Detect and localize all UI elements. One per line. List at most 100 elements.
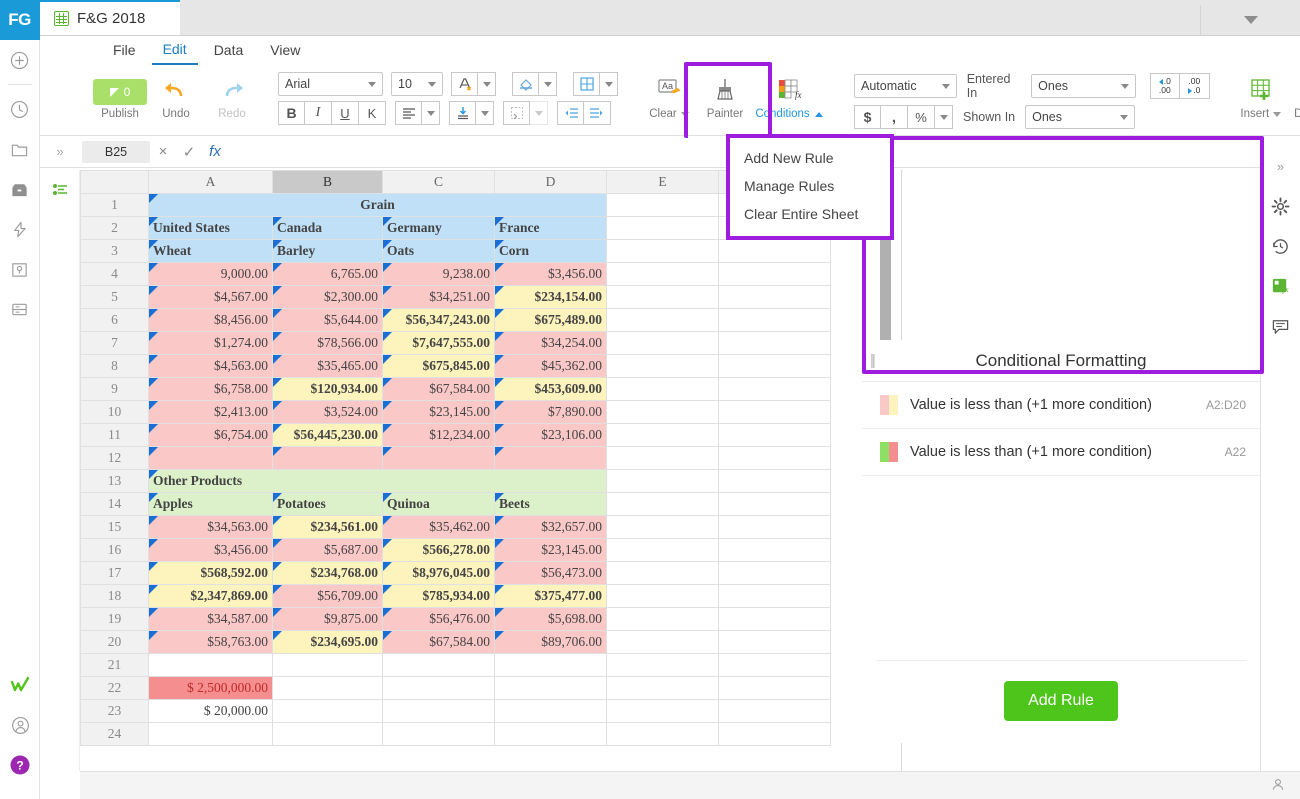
grid-cell[interactable] (606, 699, 719, 723)
grid-cell[interactable] (718, 354, 831, 378)
conditions-button[interactable]: fx Conditions (753, 72, 825, 120)
increase-indent-button[interactable] (584, 101, 611, 125)
insert-button[interactable]: Insert (1233, 72, 1289, 120)
grid-cell[interactable] (606, 262, 719, 286)
grid-cell[interactable]: $56,476.00 (382, 607, 495, 631)
grid-cell[interactable]: $23,106.00 (494, 423, 607, 447)
conditional-formatting-panel-icon[interactable]: fx (1260, 266, 1300, 306)
wrap-text-button[interactable] (503, 101, 530, 125)
grid-cell[interactable]: $56,709.00 (272, 584, 383, 608)
grid-cell[interactable]: $23,145.00 (382, 400, 495, 424)
grid-cell[interactable] (148, 722, 273, 746)
cancel-edit-icon[interactable]: × (150, 143, 176, 160)
grid-cell[interactable] (718, 722, 831, 746)
menu-item-data[interactable]: Data (203, 38, 255, 64)
grid-cell[interactable] (494, 722, 607, 746)
grid-cell[interactable]: Other Products (148, 469, 607, 493)
workiva-w-logo-icon[interactable] (0, 665, 40, 705)
grid-cell[interactable]: $120,934.00 (272, 377, 383, 401)
font-size-select[interactable]: 10 (391, 72, 443, 96)
grid-cell[interactable] (718, 331, 831, 355)
grid-cell[interactable] (606, 722, 719, 746)
grid-cell[interactable]: United States (148, 216, 273, 240)
menu-item-view[interactable]: View (259, 38, 311, 64)
grid-cell[interactable] (606, 469, 719, 493)
grid-cell[interactable] (272, 676, 383, 700)
grid-cell[interactable]: Canada (272, 216, 383, 240)
grid-cell[interactable] (718, 653, 831, 677)
grid-cell[interactable] (718, 676, 831, 700)
grid-cell[interactable]: $67,584.00 (382, 377, 495, 401)
row-header[interactable]: 5 (80, 285, 149, 309)
grid-cell[interactable] (382, 699, 495, 723)
vertical-align-dropdown[interactable] (476, 101, 494, 125)
grid-cell[interactable] (382, 676, 495, 700)
settings-gear-icon[interactable] (1261, 186, 1300, 226)
grid-cell[interactable]: $568,592.00 (148, 561, 273, 585)
version-history-icon[interactable] (1261, 226, 1300, 266)
tab-list-dropdown-button[interactable] (1200, 5, 1300, 35)
grid-cell[interactable]: Oats (382, 239, 495, 263)
name-box[interactable]: B25 (82, 140, 150, 163)
row-header[interactable]: 18 (80, 584, 149, 608)
comments-icon[interactable] (1261, 306, 1300, 346)
clear-button[interactable]: Aa Clear (641, 72, 697, 120)
grid-cell[interactable] (718, 492, 831, 516)
row-header[interactable]: 15 (80, 515, 149, 539)
grid-cell[interactable]: Potatoes (272, 492, 383, 516)
insert-function-icon[interactable]: fx (202, 143, 228, 160)
grid-cell[interactable]: $234,154.00 (494, 285, 607, 309)
grid-cell[interactable]: $5,698.00 (494, 607, 607, 631)
menu-item-file[interactable]: File (102, 38, 147, 64)
grid-cell[interactable]: $6,754.00 (148, 423, 273, 447)
document-tab[interactable]: F&G 2018 (40, 0, 180, 35)
grid-cell[interactable] (606, 561, 719, 585)
row-header[interactable]: 2 (80, 216, 149, 240)
grid-cell[interactable]: France (494, 216, 607, 240)
grid-cell[interactable]: Germany (382, 216, 495, 240)
status-user-icon[interactable] (1270, 776, 1286, 795)
grid-cell[interactable] (718, 538, 831, 562)
grid-cell[interactable]: $34,563.00 (148, 515, 273, 539)
grid-cell[interactable] (606, 193, 719, 217)
add-new-icon[interactable] (0, 40, 40, 80)
grid-cell[interactable]: $58,763.00 (148, 630, 273, 654)
grid-cell[interactable] (606, 446, 719, 470)
grid-cell[interactable] (718, 630, 831, 654)
shown-in-select[interactable]: Ones (1025, 105, 1136, 129)
row-header[interactable]: 11 (80, 423, 149, 447)
grid-cell[interactable]: $5,644.00 (272, 308, 383, 332)
recent-clock-icon[interactable] (0, 89, 40, 129)
grid-cell[interactable]: $4,563.00 (148, 354, 273, 378)
grid-cell[interactable] (718, 262, 831, 286)
fill-color-button[interactable] (512, 72, 539, 96)
grid-cell[interactable] (606, 607, 719, 631)
archive-box-icon[interactable] (0, 169, 40, 209)
select-all-corner[interactable] (80, 170, 149, 194)
grid-cell[interactable]: $234,561.00 (272, 515, 383, 539)
grid-cell[interactable]: $ 20,000.00 (148, 699, 273, 723)
grid-cell[interactable]: $5,687.00 (272, 538, 383, 562)
expand-panel-chevron-icon[interactable]: » (40, 144, 80, 159)
panel-resize-grip[interactable]: || (870, 352, 876, 369)
collapse-panel-chevron-icon[interactable]: » (1261, 146, 1300, 186)
grid-cell[interactable]: $3,524.00 (272, 400, 383, 424)
row-header[interactable]: 8 (80, 354, 149, 378)
grid-cell[interactable] (718, 400, 831, 424)
grid-cell[interactable]: $2,347,869.00 (148, 584, 273, 608)
delete-button[interactable]: Delete (1289, 72, 1300, 120)
publish-button[interactable]: 0 Publish (92, 72, 148, 120)
grid-cell[interactable] (718, 699, 831, 723)
help-icon[interactable]: ? (0, 745, 40, 785)
database-icon[interactable] (0, 289, 40, 329)
grid-cell[interactable]: Corn (494, 239, 607, 263)
grid-cell[interactable] (606, 239, 719, 263)
grid-cell[interactable] (494, 653, 607, 677)
grid-cell[interactable]: Beets (494, 492, 607, 516)
font-color-button[interactable] (451, 72, 478, 96)
grid-cell[interactable]: Wheat (148, 239, 273, 263)
grid-cell[interactable]: $32,657.00 (494, 515, 607, 539)
grid-cell[interactable]: $45,362.00 (494, 354, 607, 378)
grid-cell[interactable] (718, 377, 831, 401)
accept-edit-icon[interactable]: ✓ (176, 143, 202, 161)
